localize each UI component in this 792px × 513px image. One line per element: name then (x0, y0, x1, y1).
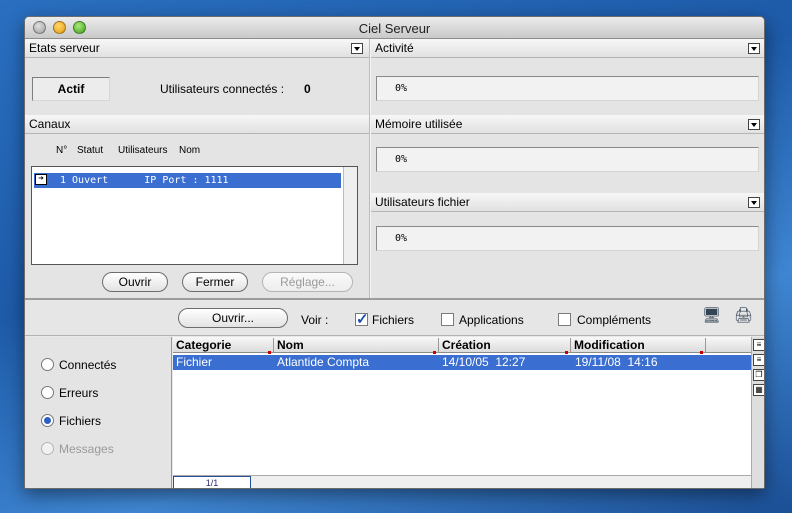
channels-col-number: N° (56, 145, 68, 156)
col-category[interactable]: Categorie (173, 338, 274, 354)
server-status-box: Actif (32, 77, 110, 101)
cell-modified: 19/11/08 14:16 (575, 355, 658, 369)
connected-radio[interactable] (41, 358, 54, 371)
channels-list[interactable]: ➜ 1 Ouvert IP Port : 1111 (31, 166, 358, 265)
view-selector-pane: Connectés Erreurs Fichiers Messages (25, 337, 172, 488)
cell-name: Atlantide Compta (277, 355, 370, 369)
table-footer: 1/1 (173, 475, 751, 488)
monitor-icon[interactable]: 🖥 (702, 307, 721, 325)
col-modified-label: Modification (574, 338, 645, 352)
activity-field: 0% (376, 76, 759, 101)
errors-radio[interactable] (41, 386, 54, 399)
connected-users-label: Utilisateurs connectés : (160, 82, 285, 96)
messages-radio-label: Messages (59, 442, 114, 456)
toolbar: Ouvrir... Voir : Fichiers Applications C… (25, 300, 764, 336)
current-arrow-icon: ➜ (35, 174, 47, 185)
memory-header: Mémoire utilisée (371, 115, 764, 134)
col-name[interactable]: Nom (274, 338, 439, 354)
messages-radio[interactable] (41, 442, 54, 455)
cell-created: 14/10/05 12:27 (442, 355, 526, 369)
memory-field: 0% (376, 147, 759, 172)
detail-view-icon[interactable]: ≡ (753, 354, 764, 366)
channel-row[interactable]: ➜ 1 Ouvert IP Port : 1111 (34, 173, 341, 188)
window-title: Ciel Serveur (358, 21, 431, 36)
addons-checkbox-label: Compléments (577, 313, 652, 327)
printer-icon[interactable]: 🖨 (734, 307, 753, 325)
table-row[interactable]: Fichier Atlantide Compta 14/10/05 12:27 … (173, 355, 751, 370)
col-category-label: Categorie (176, 338, 232, 352)
close-channel-button[interactable]: Fermer (182, 272, 248, 292)
errors-radio-label: Erreurs (59, 386, 99, 400)
copy-icon[interactable]: ❐ (753, 369, 764, 381)
channel-row-text: 1 Ouvert IP Port : 1111 (60, 175, 229, 186)
channels-scrollbar[interactable] (343, 167, 357, 264)
file-users-header: Utilisateurs fichier (371, 193, 764, 212)
server-state-menu-icon[interactable] (351, 43, 363, 54)
main-window: Ciel Serveur Etats serveur Actif Utilisa… (24, 16, 765, 489)
list-view-icon[interactable]: ≡ (753, 339, 764, 351)
grid-view-icon[interactable]: ▦ (753, 384, 764, 396)
channels-col-status: Statut (77, 145, 104, 156)
files-radio-label: Fichiers (59, 414, 102, 428)
files-table[interactable]: Categorie Nom Création Modification Fich… (173, 337, 751, 488)
applications-checkbox-label: Applications (459, 313, 524, 327)
col-modified[interactable]: Modification (571, 338, 706, 354)
channels-title: Canaux (29, 117, 71, 131)
view-label: Voir : (301, 313, 329, 327)
activity-title: Activité (375, 41, 414, 55)
title-bar[interactable]: Ciel Serveur (25, 17, 764, 39)
channels-header: Canaux (25, 115, 369, 134)
activity-header: Activité (371, 39, 764, 58)
file-users-menu-icon[interactable] (748, 197, 760, 208)
connected-users-count: 0 (304, 82, 311, 96)
server-state-title: Etats serveur (29, 41, 100, 55)
memory-menu-icon[interactable] (748, 119, 760, 130)
files-radio[interactable] (41, 414, 54, 427)
server-state-header: Etats serveur (25, 39, 369, 58)
cell-category: Fichier (176, 355, 213, 369)
table-header: Categorie Nom Création Modification (173, 337, 751, 354)
open-file-button[interactable]: Ouvrir... (178, 308, 288, 328)
applications-checkbox[interactable] (441, 313, 454, 326)
file-users-field: 0% (376, 226, 759, 251)
channel-settings-button[interactable]: Réglage... (262, 272, 353, 292)
open-channel-button[interactable]: Ouvrir (102, 272, 168, 292)
col-name-label: Nom (277, 338, 304, 352)
page-indicator: 1/1 (173, 476, 251, 488)
memory-title: Mémoire utilisée (375, 117, 463, 131)
col-created[interactable]: Création (439, 338, 571, 354)
col-created-label: Création (442, 338, 491, 352)
channels-col-users: Utilisateurs (118, 145, 168, 156)
addons-checkbox[interactable] (558, 313, 571, 326)
files-checkbox-label: Fichiers (372, 313, 415, 327)
file-users-title: Utilisateurs fichier (375, 195, 470, 209)
files-checkbox[interactable] (355, 310, 369, 328)
channels-col-name: Nom (179, 145, 201, 156)
connected-radio-label: Connectés (59, 358, 117, 372)
table-side-tools: ≡ ≡ ❐ ▦ (751, 337, 764, 488)
activity-menu-icon[interactable] (748, 43, 760, 54)
